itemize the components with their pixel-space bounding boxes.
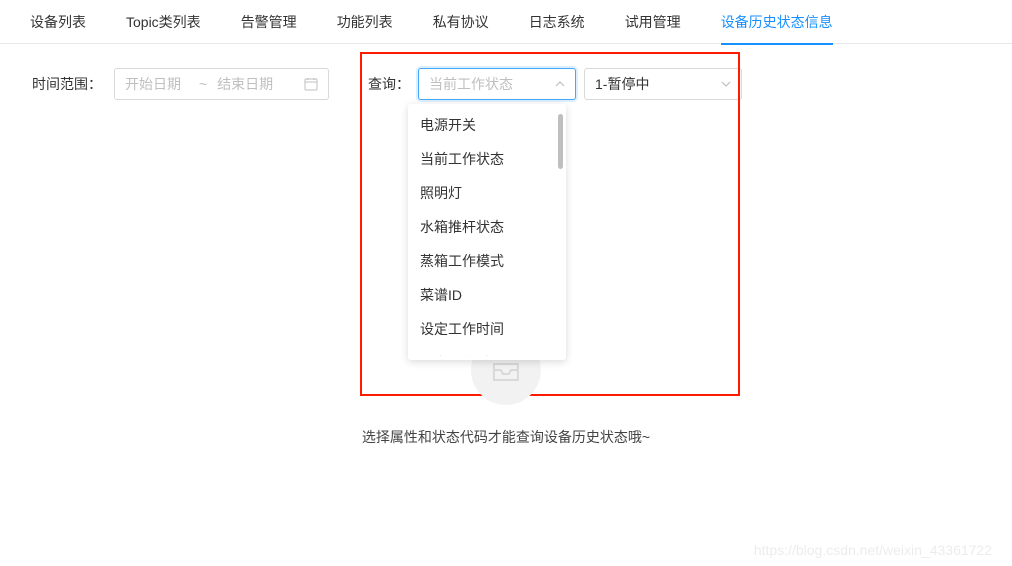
attribute-select-value: 当前工作状态 [429,74,513,94]
dropdown-option[interactable]: 电源开关 [408,108,566,142]
tab-topic-list[interactable]: Topic类列表 [106,0,221,44]
dropdown-option[interactable]: 当前工作状态 [408,142,566,176]
chevron-up-icon [555,79,565,89]
tab-function-list[interactable]: 功能列表 [317,0,413,44]
date-range-picker[interactable]: ~ [114,68,329,100]
tab-trial[interactable]: 试用管理 [605,0,701,44]
time-range-label: 时间范围： [32,74,102,94]
tab-history-status[interactable]: 设备历史状态信息 [701,0,853,44]
watermark: https://blog.csdn.net/weixin_43361722 [754,542,992,558]
tab-log-system[interactable]: 日志系统 [509,0,605,44]
tabs-bar: 设备列表 Topic类列表 告警管理 功能列表 私有协议 日志系统 试用管理 设… [0,0,1012,44]
query-label: 查询： [368,74,410,94]
dropdown-option[interactable]: 蒸箱工作模式 [408,244,566,278]
empty-state-text: 选择属性和状态代码才能查询设备历史状态哦~ [362,427,650,447]
dropdown-option[interactable]: 照明灯 [408,176,566,210]
attribute-select[interactable]: 当前工作状态 [418,68,576,100]
dropdown-scrollbar[interactable] [558,114,563,169]
tab-alarm[interactable]: 告警管理 [221,0,317,44]
tab-private-protocol[interactable]: 私有协议 [413,0,509,44]
start-date-input[interactable] [125,76,189,92]
end-date-input[interactable] [217,76,281,92]
dropdown-option[interactable]: 设定预约时间 [408,346,566,356]
dropdown-option[interactable]: 设定工作时间 [408,312,566,346]
date-separator: ~ [199,76,207,92]
query-group: 查询： 当前工作状态 1-暂停中 [368,68,742,100]
calendar-icon [304,77,318,91]
status-select[interactable]: 1-暂停中 [584,68,742,100]
dropdown-option[interactable]: 水箱推杆状态 [408,210,566,244]
attribute-dropdown: 电源开关 当前工作状态 照明灯 水箱推杆状态 蒸箱工作模式 菜谱ID 设定工作时… [408,104,566,360]
tab-devices[interactable]: 设备列表 [10,0,106,44]
status-select-value: 1-暂停中 [595,74,649,94]
chevron-down-icon [721,79,731,89]
dropdown-option[interactable]: 菜谱ID [408,278,566,312]
